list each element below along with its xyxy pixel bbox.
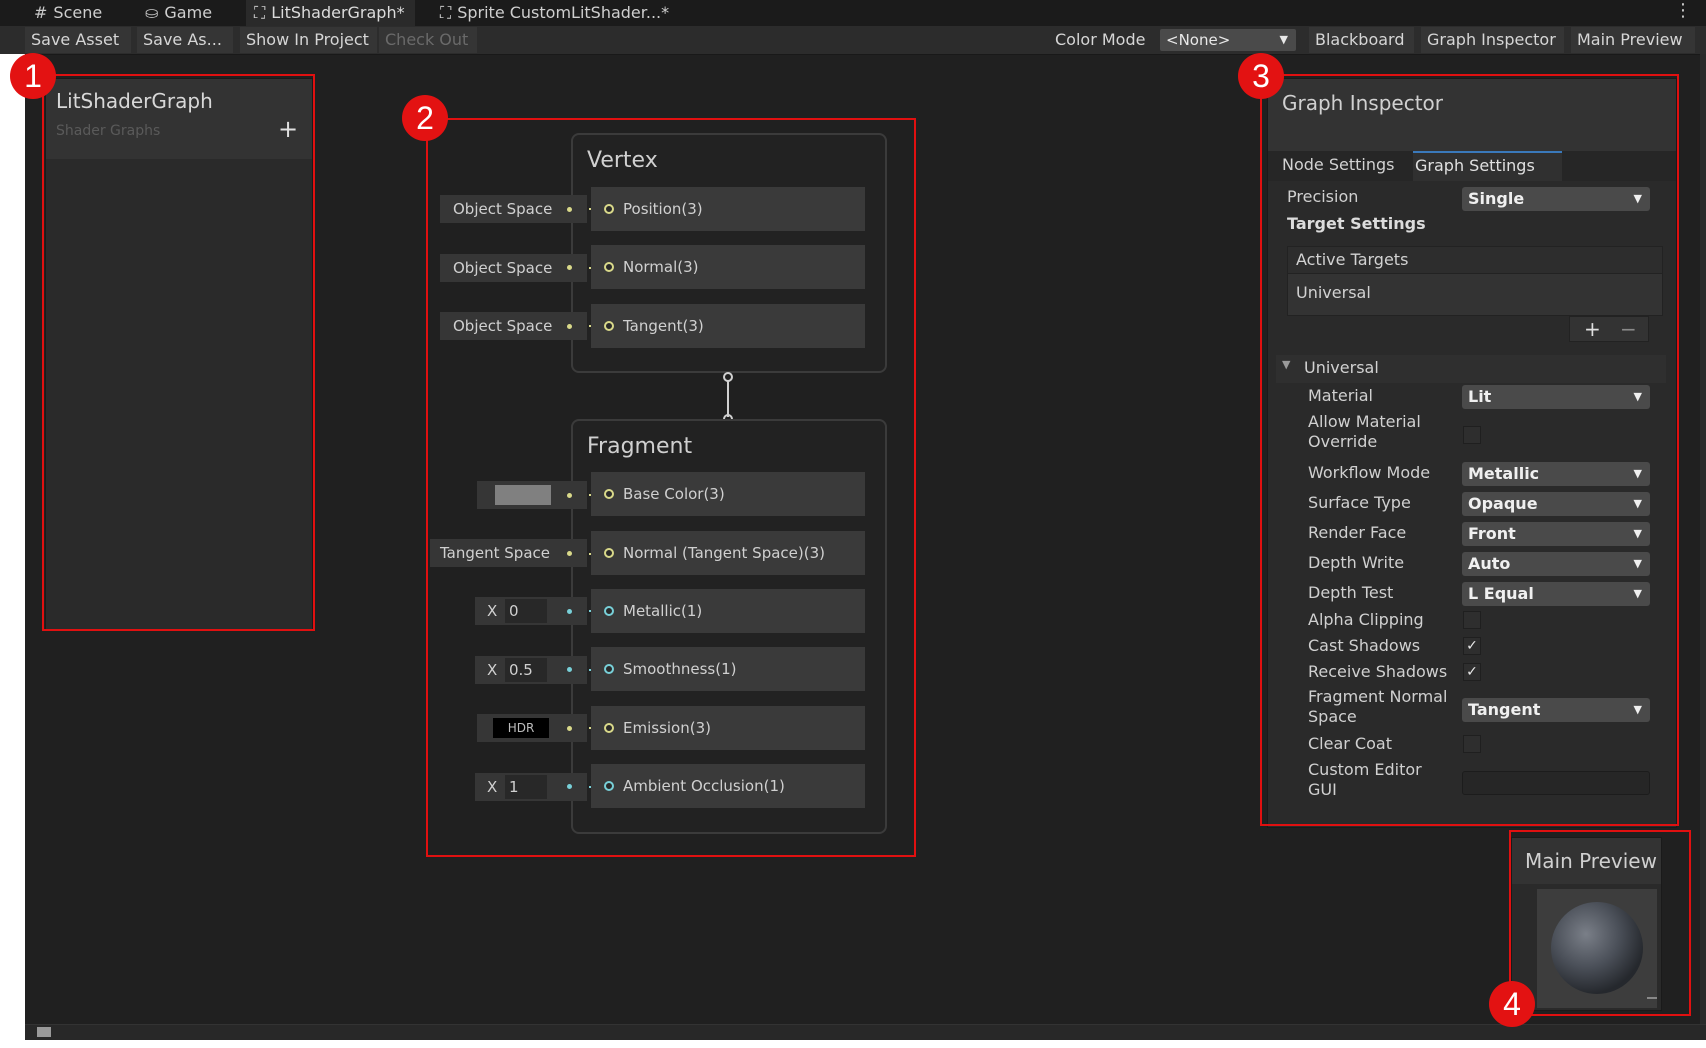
shader-graph-icon: ⛶ [440,3,452,22]
color-mode-select[interactable]: <None> ▼ [1160,29,1296,51]
scene-icon: # [34,3,48,22]
shader-graph-window: # Scene ⛀ Game ⛶ LitShaderGraph* ⛶ Sprite Cu… [0,0,1706,1048]
graph-inspector-toggle-button[interactable]: Graph Inspector [1421,27,1564,53]
tab-label: LitShaderGraph* [271,3,405,22]
console-icon[interactable] [37,1027,51,1037]
gamepad-icon: ⛀ [145,3,159,22]
save-as-button[interactable]: Save As... [137,27,233,53]
shader-graph-icon: ⛶ [254,3,266,22]
tab-game[interactable]: ⛀ Game [145,0,212,26]
left-margin [0,54,25,1048]
highlight-box-master-stack [426,118,916,857]
highlight-box-main-preview [1509,830,1691,1016]
blackboard-toggle-button[interactable]: Blackboard [1309,27,1414,53]
color-mode-label: Color Mode [1055,30,1146,49]
scrollbar[interactable] [1700,54,1706,1024]
toolbar: Save Asset Save As... Show In Project Ch… [0,26,1706,55]
more-options-icon[interactable]: ⋮ [1674,0,1692,22]
tab-bar: # Scene ⛀ Game ⛶ LitShaderGraph* ⛶ Sprite Cu… [0,0,1706,26]
tab-label: Scene [53,3,103,22]
tab-scene[interactable]: # Scene [34,0,102,26]
check-out-button[interactable]: Check Out [379,27,477,53]
bottom-margin [0,1040,1706,1048]
bottom-panel-bar [25,1024,1706,1041]
chevron-down-icon: ▼ [1279,33,1288,46]
main-preview-toggle-button[interactable]: Main Preview [1571,27,1695,53]
callout-badge-4: 4 [1489,981,1535,1027]
color-mode-value: <None> [1166,31,1231,49]
tab-sprite-custom-lit[interactable]: ⛶ Sprite CustomLitShader...* [440,0,669,26]
highlight-box-graph-inspector [1260,74,1679,826]
callout-badge-3: 3 [1238,53,1284,99]
tab-litshadergraph[interactable]: ⛶ LitShaderGraph* [246,0,415,26]
callout-badge-2: 2 [402,95,448,141]
show-in-project-button[interactable]: Show In Project [240,27,377,53]
save-asset-button[interactable]: Save Asset [25,27,131,53]
tab-label: Game [164,3,213,22]
tab-label: Sprite CustomLitShader...* [457,3,670,22]
callout-badge-1: 1 [10,53,56,99]
highlight-box-blackboard [42,74,315,631]
